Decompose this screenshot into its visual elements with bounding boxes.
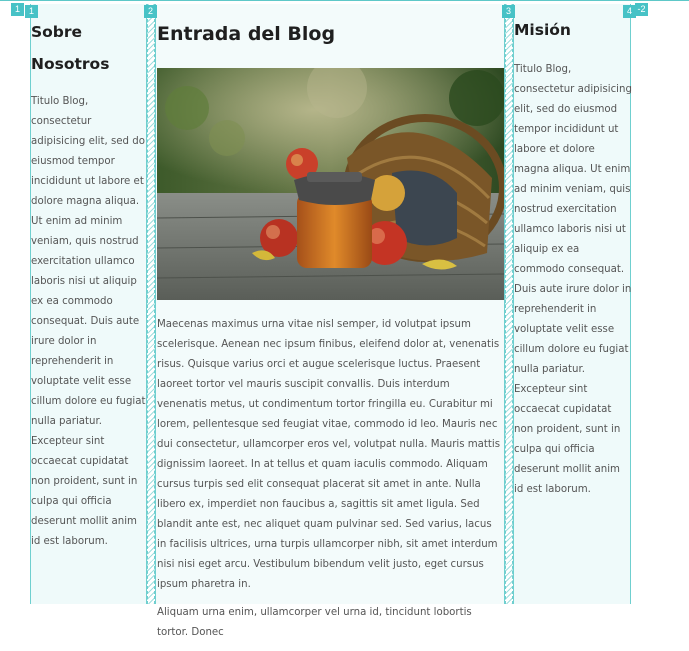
about-us-text: Titulo Blog, consectetur adipisicing eli… <box>31 96 146 547</box>
mission-text: Titulo Blog, consectetur adipisicing eli… <box>514 64 632 495</box>
blog-hero-image <box>157 68 504 300</box>
grid-badge-right-offset[interactable]: -2 <box>635 3 648 16</box>
grid-top-rule <box>0 0 689 1</box>
mission-title: Misión <box>514 21 571 39</box>
blog-entry-title: Entrada del Blog <box>157 23 336 45</box>
grid-gutter-2 <box>505 4 513 604</box>
grid-gutter-1 <box>147 4 155 604</box>
grid-badge-left-offset[interactable]: 1 <box>11 3 24 16</box>
honey-apples-basket-illustration <box>157 68 504 300</box>
blog-paragraph-2: Aliquam urna enim, ullamcorper vel urna … <box>157 607 472 638</box>
about-us-title: Sobre Nosotros <box>31 23 110 73</box>
blog-paragraph-1: Maecenas maximus urna vitae nisl semper,… <box>157 319 501 590</box>
blog-entry-body: Maecenas maximus urna vitae nisl semper,… <box>157 315 502 651</box>
